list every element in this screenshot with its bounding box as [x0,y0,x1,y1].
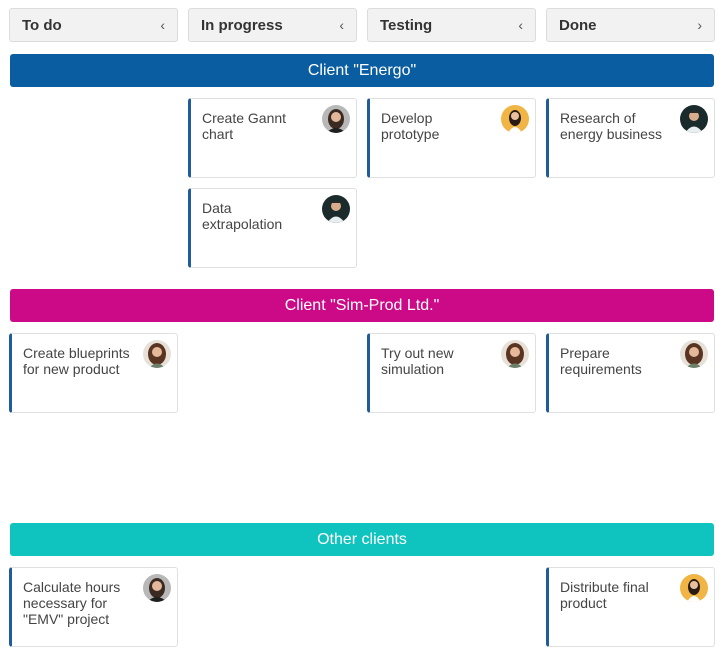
column-title: In progress [201,16,283,34]
avatar-icon[interactable] [680,340,708,368]
avatar-icon[interactable] [322,105,350,133]
column-title: Testing [380,16,433,34]
task-card[interactable]: Develop prototype [367,98,536,178]
column-header-testing[interactable]: Testing ‹ [367,8,536,42]
column-title: To do [22,16,62,34]
swimlane-title: Client "Sim-Prod Ltd." [284,296,440,314]
avatar-icon[interactable] [143,574,171,602]
swimlane-title: Other clients [317,530,407,548]
task-card[interactable]: Create blueprints for new product [9,333,178,413]
task-card-text: Distribute final product [560,579,649,611]
swimlane-header-other-clients[interactable]: Other clients [10,523,714,556]
task-card-text: Research of energy business [560,110,662,142]
swimlane-header-energo[interactable]: Client "Energo" [10,54,714,87]
task-card[interactable]: Prepare requirements [546,333,715,413]
avatar-icon[interactable] [680,105,708,133]
task-card[interactable]: Data extrapolation [188,188,357,268]
task-card[interactable]: Calculate hours necessary for "EMV" proj… [9,567,178,647]
task-card-text: Create Gannt chart [202,110,287,142]
task-card-text: Prepare requirements [560,345,642,377]
column-header-done[interactable]: Done › [546,8,715,42]
avatar-icon[interactable] [501,340,529,368]
task-card[interactable]: Research of energy business [546,98,715,178]
chevron-right-icon[interactable]: › [697,17,702,33]
swimlane-header-sim-prod[interactable]: Client "Sim-Prod Ltd." [10,289,714,322]
column-title: Done [559,16,597,34]
chevron-left-icon[interactable]: ‹ [518,17,523,33]
avatar-icon[interactable] [680,574,708,602]
task-card-text: Develop prototype [381,110,440,142]
task-card-text: Data extrapolation [202,200,283,232]
task-card-text: Create blueprints for new product [23,345,130,377]
chevron-left-icon[interactable]: ‹ [339,17,344,33]
task-card-text: Calculate hours necessary for "EMV" proj… [23,579,121,627]
swimlane-title: Client "Energo" [307,61,417,79]
column-header-todo[interactable]: To do ‹ [9,8,178,42]
task-card[interactable]: Try out new simulation [367,333,536,413]
task-card[interactable]: Distribute final product [546,567,715,647]
column-header-in-progress[interactable]: In progress ‹ [188,8,357,42]
task-card[interactable]: Create Gannt chart [188,98,357,178]
chevron-left-icon[interactable]: ‹ [160,17,165,33]
task-card-text: Try out new simulation [381,345,454,377]
avatar-icon[interactable] [143,340,171,368]
avatar-icon[interactable] [322,195,350,223]
avatar-icon[interactable] [501,105,529,133]
